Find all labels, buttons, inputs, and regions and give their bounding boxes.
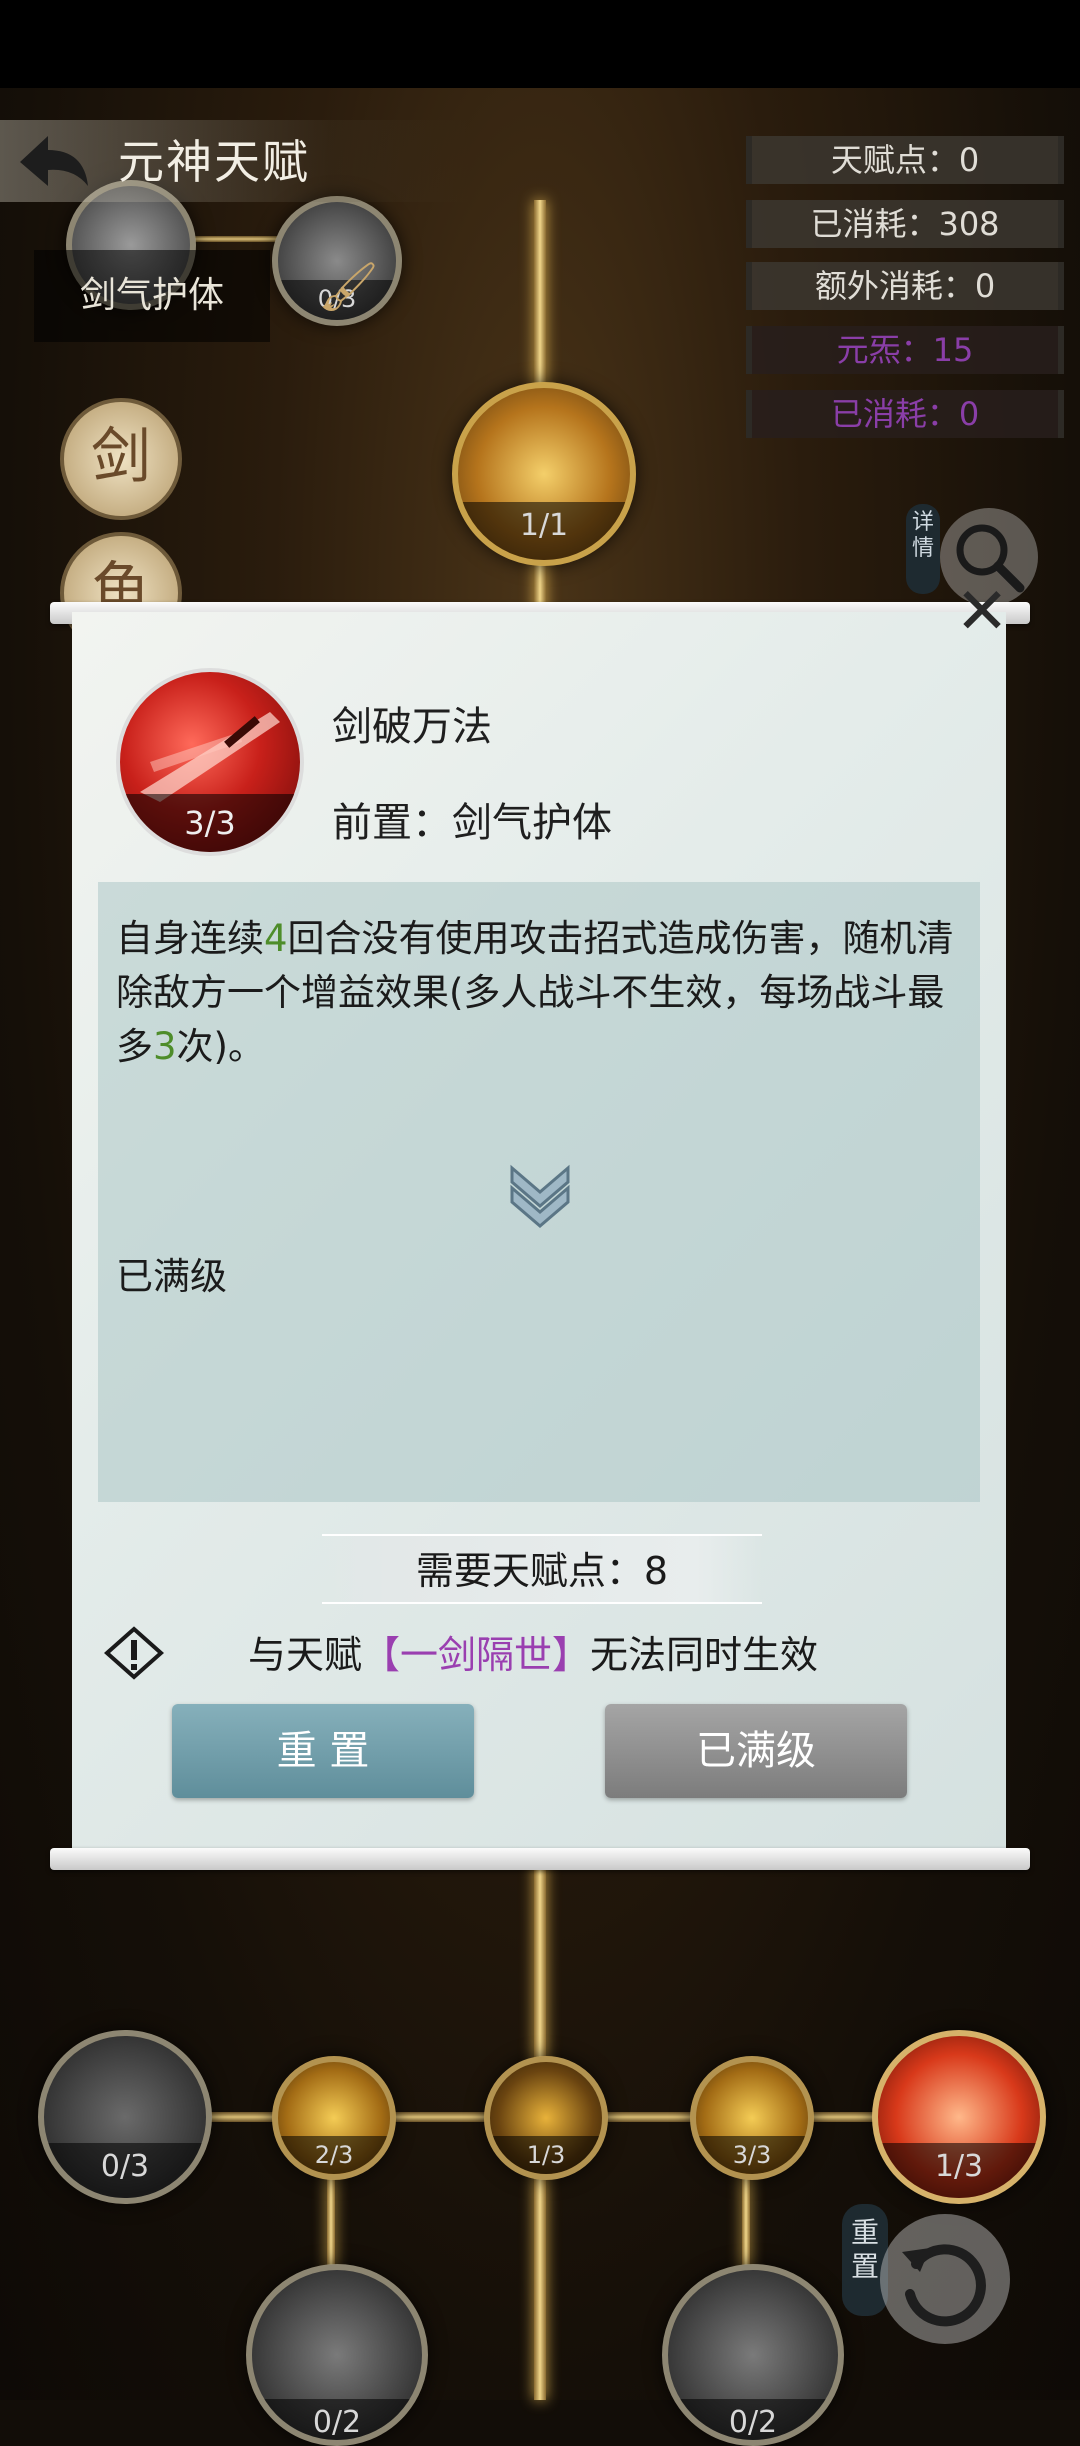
node-level: 0/3 — [44, 2142, 206, 2198]
conflict-prefix: 与天赋 — [248, 1633, 363, 1677]
brush-icon: 🖌 — [318, 259, 379, 315]
scroll-rod-bottom — [50, 1848, 1030, 1870]
consumed-stat: 已消耗：308 — [746, 200, 1064, 248]
talent-node-bottom-3[interactable]: 1/3 — [484, 2056, 608, 2180]
skill-prerequisite: 前置：剑气护体 — [332, 800, 612, 846]
skill-icon: 3/3 — [116, 668, 304, 856]
yuanqi-stat: 元炁：15 — [746, 326, 1064, 374]
talent-points-stat: 天赋点：0 — [746, 136, 1064, 184]
description-text: 次)。 — [176, 1025, 265, 1068]
node-level: 0/2 — [668, 2399, 838, 2440]
reset-tree-button[interactable] — [880, 2214, 1010, 2344]
conflict-notice: 与天赋【一剑隔世】无法同时生效 — [248, 1624, 818, 1679]
node-level: 2/3 — [278, 2135, 390, 2174]
maxed-button[interactable]: 已满级 — [605, 1704, 907, 1798]
conflict-talent-name: 【一剑隔世】 — [362, 1633, 591, 1677]
yuanqi-consumed-stat: 已消耗：0 — [746, 390, 1064, 438]
selected-talent-tag: 剑气护体 — [34, 250, 270, 342]
talent-node-bottom-2[interactable]: 2/3 — [272, 2056, 396, 2180]
chevron-down-icon[interactable] — [504, 1158, 576, 1230]
required-points-text: 需要天赋点：8 — [415, 1549, 669, 1593]
talent-node-bottom-1[interactable]: 0/3 — [38, 2030, 212, 2204]
status-bar — [0, 0, 1080, 88]
description-number: 3 — [153, 1025, 177, 1068]
conflict-suffix: 无法同时生效 — [590, 1633, 819, 1677]
warning-icon — [104, 1626, 164, 1680]
close-icon: ✕ — [955, 575, 1009, 649]
refresh-icon — [902, 2244, 986, 2327]
back-arrow-icon[interactable] — [14, 128, 94, 196]
talent-node-lower-right[interactable]: 0/2 — [662, 2264, 844, 2446]
talent-node-lower-left[interactable]: 0/2 — [246, 2264, 428, 2446]
node-level: 3/3 — [696, 2135, 808, 2174]
node-level: 0/2 — [252, 2399, 422, 2440]
reset-button[interactable]: 重 置 — [172, 1704, 474, 1798]
skill-level: 3/3 — [120, 794, 300, 852]
description-number: 4 — [264, 917, 288, 960]
extra-consumed-stat: 额外消耗：0 — [746, 262, 1064, 310]
page-title: 元神天赋 — [118, 135, 310, 189]
node-level: 1/3 — [490, 2135, 602, 2174]
node-level: 1/3 — [878, 2142, 1040, 2198]
node-level: 1/1 — [458, 501, 630, 560]
talent-node-bottom-5[interactable]: 1/3 — [872, 2030, 1046, 2204]
talent-node-center-top[interactable]: 1/1 — [452, 382, 636, 566]
skill-name: 剑破万法 — [332, 704, 492, 750]
detail-badge[interactable]: 详情 — [906, 504, 940, 594]
skill-description: 自身连续4回合没有使用攻击招式造成伤害，随机清除敌方一个增益效果(多人战斗不生效… — [116, 912, 966, 1074]
talent-node-bottom-4[interactable]: 3/3 — [690, 2056, 814, 2180]
max-level-text: 已满级 — [116, 1255, 227, 1298]
sword-medallion[interactable]: 剑 — [60, 398, 182, 520]
close-button[interactable]: ✕ — [946, 580, 1018, 644]
description-text: 自身连续 — [116, 917, 264, 960]
